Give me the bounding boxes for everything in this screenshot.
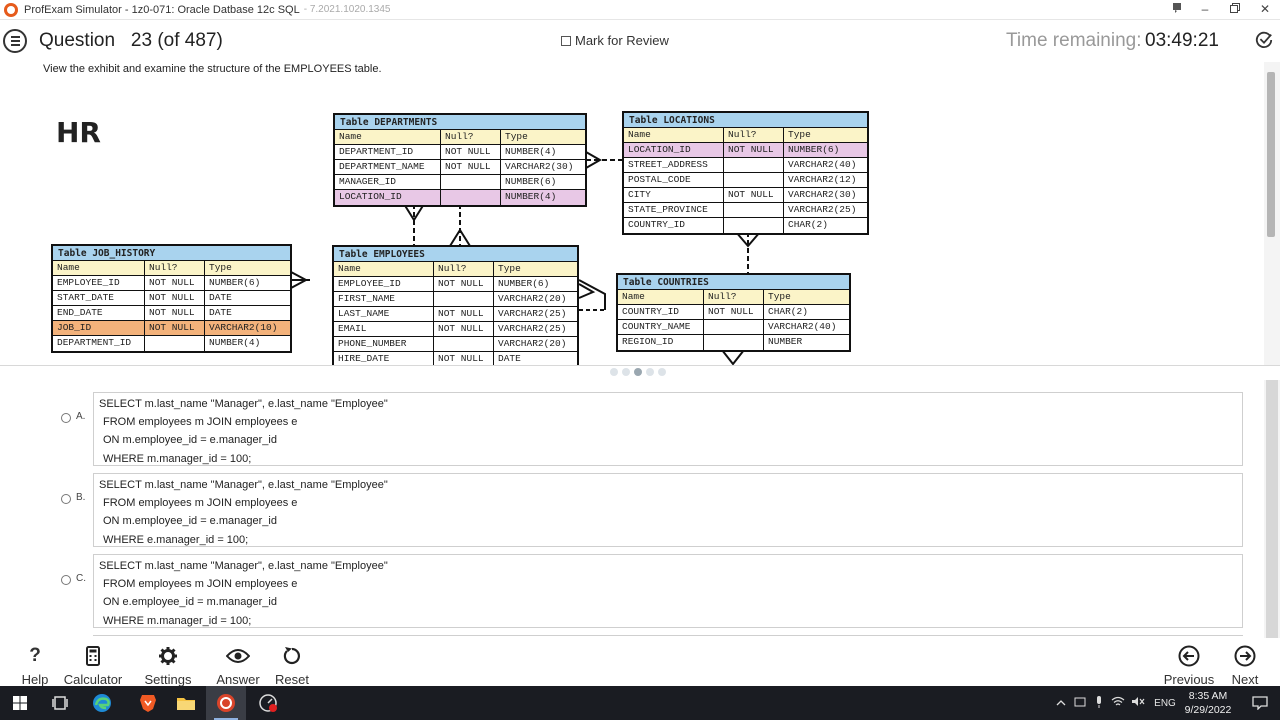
- window-controls: – ✕: [1164, 0, 1280, 20]
- question-total: (of 487): [157, 30, 223, 51]
- close-button[interactable]: ✕: [1250, 0, 1280, 20]
- time-remaining-label: Time remaining:: [1006, 30, 1142, 51]
- finish-exam-icon[interactable]: [1255, 31, 1273, 49]
- recorder-icon[interactable]: [248, 686, 288, 720]
- option-letter: B.: [76, 492, 86, 503]
- brave-browser-icon[interactable]: [128, 686, 168, 720]
- answer-options: A. SELECT m.last_name "Manager", e.last_…: [0, 380, 1264, 638]
- question-title: Question 23 (of 487): [39, 30, 223, 51]
- option-c[interactable]: C. SELECT m.last_name "Manager", e.last_…: [0, 542, 1264, 628]
- task-view-icon[interactable]: [40, 686, 80, 720]
- language-indicator[interactable]: ENG: [1148, 698, 1182, 709]
- chevron-up-icon[interactable]: [1052, 698, 1070, 709]
- notifications-icon[interactable]: [1240, 686, 1280, 720]
- file-explorer-icon[interactable]: [166, 686, 206, 720]
- option-a-radio[interactable]: [61, 413, 71, 423]
- calculator-button[interactable]: Calculator: [62, 644, 124, 687]
- pin-icon[interactable]: [1164, 0, 1190, 20]
- answers-scrollbar-thumb[interactable]: [1266, 380, 1278, 638]
- table-countries: Table COUNTRIES Name Null? Type COUNTRY_ID…: [616, 273, 851, 352]
- system-tray: ENG: [1052, 686, 1182, 720]
- eye-icon: [226, 649, 250, 663]
- reset-button[interactable]: Reset: [272, 644, 312, 687]
- bottom-toolbar: ? Help Calculator Settings Answer Reset …: [0, 638, 1280, 687]
- mark-for-review-checkbox[interactable]: Mark for Review: [561, 33, 669, 48]
- table-employees: Table EMPLOYEES Name Null? Type EMPLOYEE_I…: [332, 245, 579, 365]
- wifi-icon[interactable]: [1108, 696, 1128, 710]
- profexam-taskbar-icon[interactable]: [206, 686, 246, 720]
- taskbar-clock[interactable]: 8:35 AM 9/29/2022: [1180, 689, 1236, 717]
- edge-browser-icon[interactable]: [82, 686, 122, 720]
- time-remaining-value: 03:49:21: [1145, 30, 1219, 51]
- menu-icon[interactable]: [3, 29, 27, 53]
- option-code[interactable]: SELECT m.last_name "Manager", e.last_nam…: [93, 473, 1243, 547]
- settings-button[interactable]: Settings: [142, 644, 194, 687]
- minimize-button[interactable]: –: [1190, 0, 1220, 20]
- clock-time: 8:35 AM: [1188, 690, 1228, 702]
- help-icon: ?: [29, 645, 41, 666]
- option-b[interactable]: B. SELECT m.last_name "Manager", e.last_…: [0, 461, 1264, 547]
- option-a[interactable]: A. SELECT m.last_name "Manager", e.last_…: [0, 380, 1264, 466]
- title-bar: ProfExam Simulator - 1z0-071: Oracle Dat…: [0, 0, 1280, 20]
- gear-icon: [159, 647, 177, 665]
- option-code[interactable]: SELECT m.last_name "Manager", e.last_nam…: [93, 554, 1243, 628]
- table-departments: Table DEPARTMENTS Name Null? Type DEPARTME…: [333, 113, 587, 207]
- answers-scrollbar[interactable]: [1264, 380, 1280, 638]
- option-c-radio[interactable]: [61, 575, 71, 585]
- option-letter: C.: [76, 573, 86, 584]
- device-icon[interactable]: [1070, 696, 1090, 711]
- arrow-left-icon: [1178, 645, 1200, 667]
- option-code[interactable]: SELECT m.last_name "Manager", e.last_nam…: [93, 392, 1243, 466]
- reset-icon: [283, 647, 300, 665]
- question-pane: View the exhibit and examine the structu…: [0, 62, 1264, 365]
- pane-splitter[interactable]: [0, 365, 1280, 366]
- checkbox-icon: [561, 35, 571, 46]
- table-locations: Table LOCATIONS Name Null? Type LOCATION_I…: [622, 111, 869, 235]
- table-job-history: Table JOB_HISTORY Name Null? Type EMPLOYEE…: [51, 244, 292, 353]
- calculator-icon: [86, 646, 100, 666]
- clock-date: 9/29/2022: [1184, 704, 1232, 716]
- answer-button[interactable]: Answer: [214, 644, 262, 687]
- arrow-right-icon: [1234, 645, 1256, 667]
- question-header: Question 23 (of 487) Mark for Review Tim…: [0, 20, 1280, 62]
- windows-start-icon[interactable]: [0, 686, 40, 720]
- question-number: 23: [130, 30, 153, 51]
- microphone-icon[interactable]: [1090, 695, 1108, 711]
- os-taskbar: ENG 8:35 AM 9/29/2022: [0, 686, 1280, 720]
- maximize-button[interactable]: [1220, 0, 1250, 20]
- question-scrollbar-thumb[interactable]: [1267, 72, 1275, 237]
- pane-splitter-handle[interactable]: [610, 368, 666, 376]
- window-version: - 7.2021.1020.1345: [303, 4, 391, 15]
- app-window: ProfExam Simulator - 1z0-071: Oracle Dat…: [0, 0, 1280, 720]
- volume-muted-icon[interactable]: [1128, 696, 1148, 710]
- previous-button[interactable]: Previous: [1160, 644, 1218, 687]
- option-letter: A.: [76, 411, 86, 422]
- window-title: ProfExam Simulator - 1z0-071: Oracle Dat…: [24, 3, 300, 16]
- option-b-radio[interactable]: [61, 494, 71, 504]
- next-button[interactable]: Next: [1226, 644, 1264, 687]
- help-button[interactable]: ? Help: [20, 644, 50, 687]
- app-logo-icon: [4, 2, 18, 17]
- question-scrollbar[interactable]: [1264, 62, 1280, 365]
